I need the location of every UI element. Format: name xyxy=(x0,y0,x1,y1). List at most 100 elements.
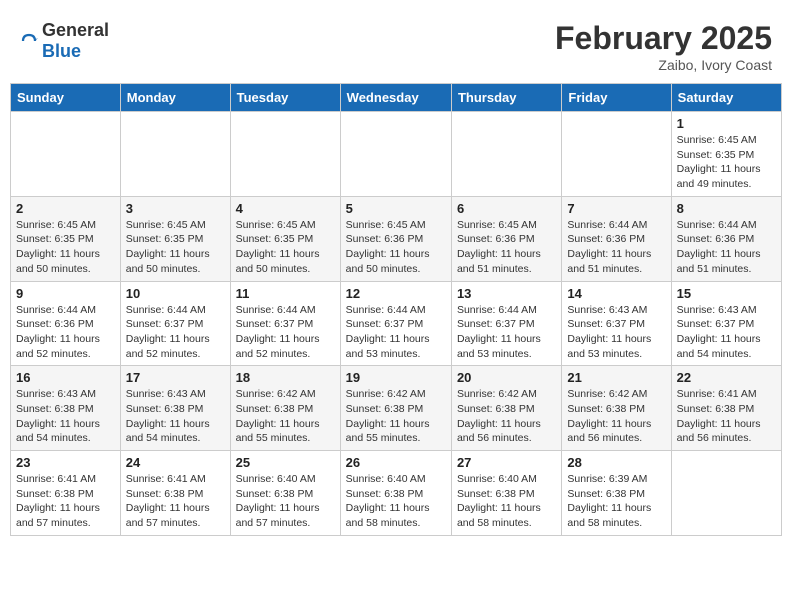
day-info: Sunrise: 6:45 AM Sunset: 6:36 PM Dayligh… xyxy=(457,218,556,277)
header-friday: Friday xyxy=(562,84,671,112)
header-wednesday: Wednesday xyxy=(340,84,451,112)
day-info: Sunrise: 6:42 AM Sunset: 6:38 PM Dayligh… xyxy=(567,387,665,446)
header-saturday: Saturday xyxy=(671,84,781,112)
calendar-cell: 11Sunrise: 6:44 AM Sunset: 6:37 PM Dayli… xyxy=(230,281,340,366)
calendar-cell: 9Sunrise: 6:44 AM Sunset: 6:36 PM Daylig… xyxy=(11,281,121,366)
day-info: Sunrise: 6:44 AM Sunset: 6:36 PM Dayligh… xyxy=(567,218,665,277)
day-info: Sunrise: 6:40 AM Sunset: 6:38 PM Dayligh… xyxy=(236,472,335,531)
header-monday: Monday xyxy=(120,84,230,112)
day-number: 27 xyxy=(457,455,556,470)
day-number: 11 xyxy=(236,286,335,301)
logo-icon xyxy=(20,32,38,50)
calendar-cell: 7 Sunrise: 6:44 AM Sunset: 6:36 PM Daylig… xyxy=(562,196,671,281)
day-number: 23 xyxy=(16,455,115,470)
day-info: Sunrise: 6:43 AM Sunset: 6:37 PM Dayligh… xyxy=(677,303,776,362)
calendar-cell: 6 Sunrise: 6:45 AM Sunset: 6:36 PM Daylig… xyxy=(451,196,561,281)
day-info: Sunrise: 6:40 AM Sunset: 6:38 PM Dayligh… xyxy=(457,472,556,531)
day-number: 13 xyxy=(457,286,556,301)
day-info: Sunrise: 6:45 AM Sunset: 6:35 PM Dayligh… xyxy=(677,133,776,192)
calendar-week-2: 2 Sunrise: 6:45 AM Sunset: 6:35 PM Daylig… xyxy=(11,196,782,281)
day-info: Sunrise: 6:45 AM Sunset: 6:35 PM Dayligh… xyxy=(16,218,115,277)
day-info: Sunrise: 6:44 AM Sunset: 6:37 PM Dayligh… xyxy=(126,303,225,362)
day-number: 16 xyxy=(16,370,115,385)
calendar-cell xyxy=(120,112,230,197)
calendar-cell xyxy=(562,112,671,197)
day-number: 24 xyxy=(126,455,225,470)
day-info: Sunrise: 6:42 AM Sunset: 6:38 PM Dayligh… xyxy=(457,387,556,446)
title-area: February 2025 Zaibo, Ivory Coast xyxy=(555,20,772,73)
page-header: General Blue February 2025 Zaibo, Ivory … xyxy=(10,10,782,78)
day-number: 2 xyxy=(16,201,115,216)
calendar-cell: 17 Sunrise: 6:43 AM Sunset: 6:38 PM Dayli… xyxy=(120,366,230,451)
logo: General Blue xyxy=(20,20,109,62)
calendar-week-1: 1 Sunrise: 6:45 AM Sunset: 6:35 PM Daylig… xyxy=(11,112,782,197)
day-info: Sunrise: 6:45 AM Sunset: 6:35 PM Dayligh… xyxy=(126,218,225,277)
day-number: 4 xyxy=(236,201,335,216)
calendar-cell: 5Sunrise: 6:45 AM Sunset: 6:36 PM Daylig… xyxy=(340,196,451,281)
calendar-cell xyxy=(340,112,451,197)
day-number: 10 xyxy=(126,286,225,301)
calendar-cell: 1 Sunrise: 6:45 AM Sunset: 6:35 PM Daylig… xyxy=(671,112,781,197)
day-number: 18 xyxy=(236,370,335,385)
calendar-cell: 2 Sunrise: 6:45 AM Sunset: 6:35 PM Daylig… xyxy=(11,196,121,281)
calendar-cell xyxy=(230,112,340,197)
calendar-cell: 27 Sunrise: 6:40 AM Sunset: 6:38 PM Dayli… xyxy=(451,451,561,536)
calendar-cell xyxy=(671,451,781,536)
calendar-cell: 10 Sunrise: 6:44 AM Sunset: 6:37 PM Dayli… xyxy=(120,281,230,366)
calendar-week-3: 9Sunrise: 6:44 AM Sunset: 6:36 PM Daylig… xyxy=(11,281,782,366)
day-info: Sunrise: 6:39 AM Sunset: 6:38 PM Dayligh… xyxy=(567,472,665,531)
calendar-cell: 3 Sunrise: 6:45 AM Sunset: 6:35 PM Daylig… xyxy=(120,196,230,281)
header-thursday: Thursday xyxy=(451,84,561,112)
calendar-cell: 12 Sunrise: 6:44 AM Sunset: 6:37 PM Dayli… xyxy=(340,281,451,366)
calendar-cell: 18Sunrise: 6:42 AM Sunset: 6:38 PM Dayli… xyxy=(230,366,340,451)
day-number: 7 xyxy=(567,201,665,216)
day-number: 17 xyxy=(126,370,225,385)
day-number: 19 xyxy=(346,370,446,385)
day-info: Sunrise: 6:41 AM Sunset: 6:38 PM Dayligh… xyxy=(126,472,225,531)
day-info: Sunrise: 6:41 AM Sunset: 6:38 PM Dayligh… xyxy=(16,472,115,531)
day-number: 20 xyxy=(457,370,556,385)
day-info: Sunrise: 6:45 AM Sunset: 6:36 PM Dayligh… xyxy=(346,218,446,277)
day-number: 22 xyxy=(677,370,776,385)
day-info: Sunrise: 6:43 AM Sunset: 6:37 PM Dayligh… xyxy=(567,303,665,362)
day-info: Sunrise: 6:42 AM Sunset: 6:38 PM Dayligh… xyxy=(346,387,446,446)
day-number: 8 xyxy=(677,201,776,216)
calendar-week-4: 16 Sunrise: 6:43 AM Sunset: 6:38 PM Dayli… xyxy=(11,366,782,451)
day-number: 14 xyxy=(567,286,665,301)
day-info: Sunrise: 6:45 AM Sunset: 6:35 PM Dayligh… xyxy=(236,218,335,277)
day-info: Sunrise: 6:44 AM Sunset: 6:37 PM Dayligh… xyxy=(346,303,446,362)
calendar-cell: 25 Sunrise: 6:40 AM Sunset: 6:38 PM Dayli… xyxy=(230,451,340,536)
day-number: 28 xyxy=(567,455,665,470)
day-info: Sunrise: 6:43 AM Sunset: 6:38 PM Dayligh… xyxy=(126,387,225,446)
day-number: 3 xyxy=(126,201,225,216)
day-number: 15 xyxy=(677,286,776,301)
header-tuesday: Tuesday xyxy=(230,84,340,112)
day-number: 12 xyxy=(346,286,446,301)
day-info: Sunrise: 6:40 AM Sunset: 6:38 PM Dayligh… xyxy=(346,472,446,531)
calendar-cell: 19 Sunrise: 6:42 AM Sunset: 6:38 PM Dayli… xyxy=(340,366,451,451)
calendar-cell: 21 Sunrise: 6:42 AM Sunset: 6:38 PM Dayli… xyxy=(562,366,671,451)
calendar-week-5: 23 Sunrise: 6:41 AM Sunset: 6:38 PM Dayli… xyxy=(11,451,782,536)
logo-general: General xyxy=(42,20,109,40)
calendar-header-row: SundayMondayTuesdayWednesdayThursdayFrid… xyxy=(11,84,782,112)
day-info: Sunrise: 6:41 AM Sunset: 6:38 PM Dayligh… xyxy=(677,387,776,446)
calendar-cell: 16Sunrise: 6:43 AM Sunset: 6:38 PM Dayli… xyxy=(11,366,121,451)
calendar-cell: 23 Sunrise: 6:41 AM Sunset: 6:38 PM Dayli… xyxy=(11,451,121,536)
day-number: 1 xyxy=(677,116,776,131)
calendar-cell: 4 Sunrise: 6:45 AM Sunset: 6:35 PM Daylig… xyxy=(230,196,340,281)
calendar-cell: 15 Sunrise: 6:43 AM Sunset: 6:37 PM Dayli… xyxy=(671,281,781,366)
day-number: 26 xyxy=(346,455,446,470)
day-number: 9 xyxy=(16,286,115,301)
logo-blue: Blue xyxy=(42,41,81,61)
month-title: February 2025 xyxy=(555,20,772,57)
day-number: 21 xyxy=(567,370,665,385)
day-number: 6 xyxy=(457,201,556,216)
calendar-cell: 14 Sunrise: 6:43 AM Sunset: 6:37 PM Dayli… xyxy=(562,281,671,366)
day-info: Sunrise: 6:44 AM Sunset: 6:36 PM Dayligh… xyxy=(677,218,776,277)
calendar-cell xyxy=(11,112,121,197)
calendar-cell: 26 Sunrise: 6:40 AM Sunset: 6:38 PM Dayli… xyxy=(340,451,451,536)
day-number: 25 xyxy=(236,455,335,470)
calendar-cell: 22 Sunrise: 6:41 AM Sunset: 6:38 PM Dayli… xyxy=(671,366,781,451)
calendar-cell: 28 Sunrise: 6:39 AM Sunset: 6:38 PM Dayli… xyxy=(562,451,671,536)
header-sunday: Sunday xyxy=(11,84,121,112)
